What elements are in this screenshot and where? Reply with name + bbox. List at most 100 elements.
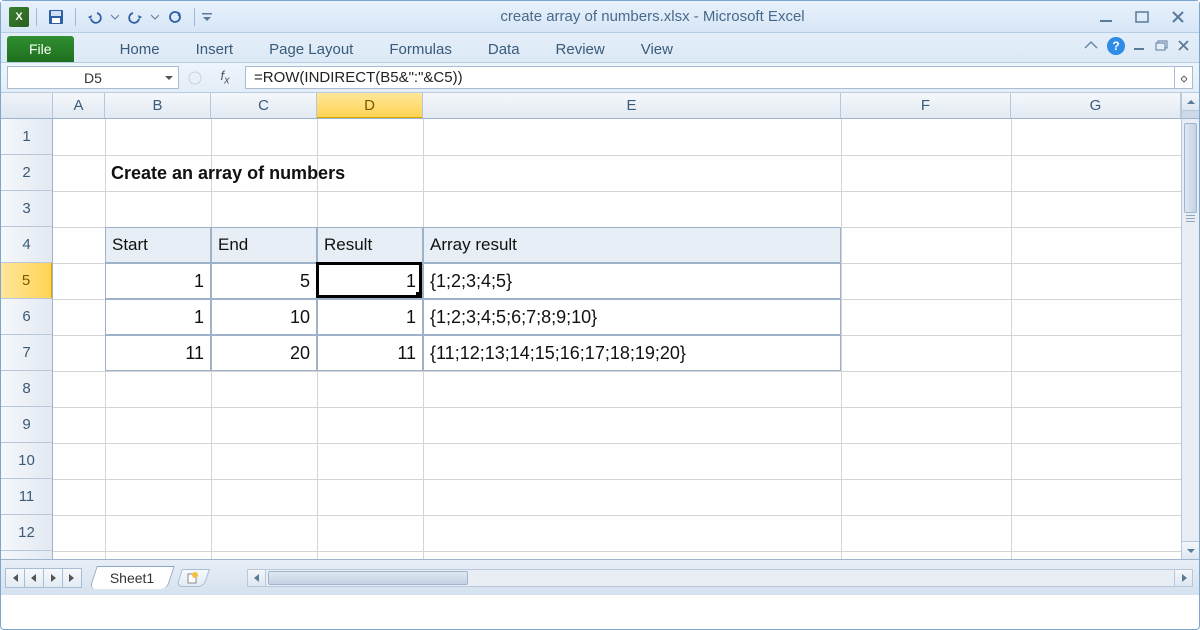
title-cell[interactable]: Create an array of numbers [105,155,605,191]
cell-array[interactable]: {1;2;3;4;5} [423,263,841,299]
cell-end[interactable]: 10 [211,299,317,335]
row-header-4[interactable]: 4 [1,227,52,263]
repeat-button[interactable] [163,6,187,28]
scroll-left-button[interactable] [248,570,266,586]
formula-input[interactable]: =ROW(INDIRECT(B5&":"&C5)) [245,66,1193,89]
row-headers: 123456789101112 [1,119,53,559]
row-header-1[interactable]: 1 [1,119,52,155]
row-header-5[interactable]: 5 [1,263,52,299]
window-title: create array of numbers.xlsx - Microsoft… [212,8,1093,25]
cell-array[interactable]: {11;12;13;14;15;16;17;18;19;20} [423,335,841,371]
workbook-minimize-icon[interactable] [1133,40,1147,52]
cell-array[interactable]: {1;2;3;4;5;6;7;8;9;10} [423,299,841,335]
prev-sheet-button[interactable] [24,568,44,588]
scroll-up-button[interactable] [1182,93,1199,111]
customize-qat-icon[interactable] [202,12,212,22]
cell-start[interactable]: 1 [105,299,211,335]
vertical-scrollbar[interactable] [1181,93,1199,559]
scroll-thumb[interactable] [1184,123,1197,213]
select-all-corner[interactable] [1,93,53,118]
dropdown-icon[interactable] [151,13,159,21]
new-sheet-button[interactable] [176,569,210,587]
expand-formula-bar[interactable] [1174,67,1192,88]
cells-area[interactable]: Create an array of numbers StartEndResult… [53,119,1181,559]
table-header[interactable]: Result [317,227,423,263]
table-header[interactable]: End [211,227,317,263]
file-tab[interactable]: File [7,36,74,62]
cell-start[interactable]: 1 [105,263,211,299]
window-controls [1093,8,1191,26]
sheet-tab-bar: Sheet1 [1,559,1199,595]
dropdown-icon[interactable] [111,13,119,21]
row-header-10[interactable]: 10 [1,443,52,479]
horizontal-scrollbar[interactable] [247,569,1193,587]
formula-text: =ROW(INDIRECT(B5&":"&C5)) [254,69,463,86]
sheet-tab-label: Sheet1 [110,570,154,586]
tab-review[interactable]: Review [538,36,623,62]
fx-icon: fx [220,68,229,87]
workbook-close-icon[interactable] [1177,40,1191,52]
cell-end[interactable]: 20 [211,335,317,371]
formula-bar: D5 fx =ROW(INDIRECT(B5&":"&C5)) [1,63,1199,93]
maximize-button[interactable] [1129,8,1155,26]
last-sheet-button[interactable] [62,568,82,588]
split-handle[interactable] [1182,111,1199,119]
tab-view[interactable]: View [623,36,691,62]
excel-logo-icon: X [9,7,29,27]
insert-function-button[interactable]: fx [211,66,239,89]
undo-icon [87,10,103,24]
save-button[interactable] [44,6,68,28]
tab-insert[interactable]: Insert [178,36,252,62]
row-header-6[interactable]: 6 [1,299,52,335]
title-bar: X create array of numbers.xlsx - Microso… [1,1,1199,33]
row-header-3[interactable]: 3 [1,191,52,227]
column-header-B[interactable]: B [105,93,211,118]
row-header-11[interactable]: 11 [1,479,52,515]
worksheet-grid: ABCDEFG 123456789101112 Create an array … [1,93,1199,595]
first-sheet-button[interactable] [5,568,25,588]
table-header[interactable]: Array result [423,227,841,263]
help-icon[interactable]: ? [1107,37,1125,55]
cell-result[interactable]: 1 [317,263,423,299]
tab-page-layout[interactable]: Page Layout [251,36,371,62]
undo-button[interactable] [83,6,107,28]
row-header-8[interactable]: 8 [1,371,52,407]
tab-formulas[interactable]: Formulas [371,36,470,62]
cell-end[interactable]: 5 [211,263,317,299]
workbook-restore-icon[interactable] [1155,40,1169,52]
row-header-9[interactable]: 9 [1,407,52,443]
column-header-C[interactable]: C [211,93,317,118]
column-header-F[interactable]: F [841,93,1011,118]
name-box-dropdown[interactable] [162,71,176,85]
name-box-value: D5 [84,70,102,86]
name-box[interactable]: D5 [7,66,179,89]
ribbon: File Home Insert Page Layout Formulas Da… [1,33,1199,63]
column-header-D[interactable]: D [317,93,423,118]
row-header-2[interactable]: 2 [1,155,52,191]
tab-home[interactable]: Home [102,36,178,62]
cell-result[interactable]: 1 [317,299,423,335]
minimize-ribbon-icon[interactable] [1083,39,1099,53]
scroll-right-button[interactable] [1174,570,1192,586]
scroll-down-button[interactable] [1182,541,1199,559]
minimize-button[interactable] [1093,8,1119,26]
quick-access-toolbar: X [9,6,212,28]
close-button[interactable] [1165,8,1191,26]
save-icon [48,9,64,25]
column-header-A[interactable]: A [53,93,105,118]
cell-start[interactable]: 11 [105,335,211,371]
next-sheet-button[interactable] [43,568,63,588]
cell-result[interactable]: 11 [317,335,423,371]
repeat-icon [168,10,182,24]
redo-icon [127,10,143,24]
hscroll-thumb[interactable] [268,571,468,585]
row-header-7[interactable]: 7 [1,335,52,371]
column-header-G[interactable]: G [1011,93,1181,118]
redo-button[interactable] [123,6,147,28]
cancel-icon[interactable] [185,70,205,86]
sheet-tab[interactable]: Sheet1 [89,566,175,589]
tab-data[interactable]: Data [470,36,538,62]
column-header-E[interactable]: E [423,93,841,118]
table-header[interactable]: Start [105,227,211,263]
row-header-12[interactable]: 12 [1,515,52,551]
